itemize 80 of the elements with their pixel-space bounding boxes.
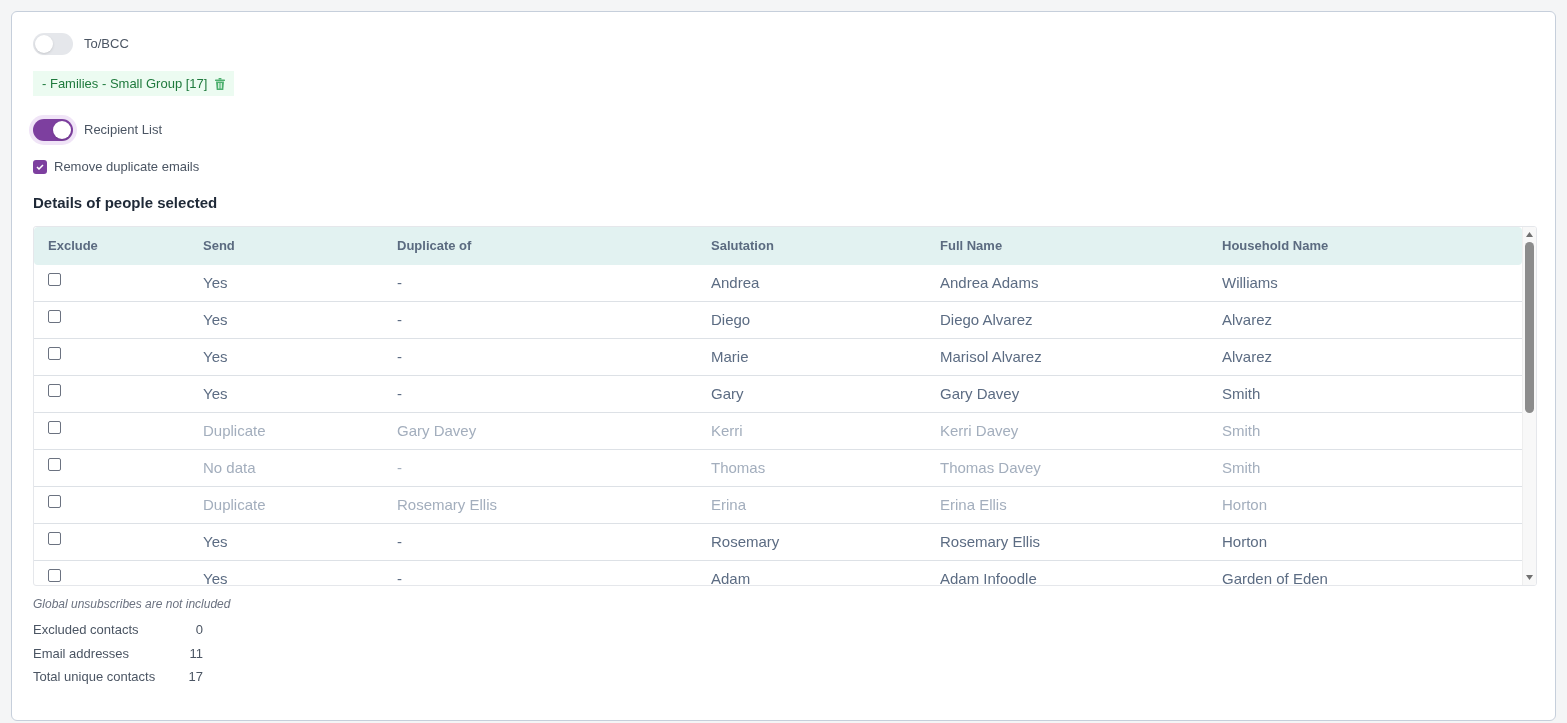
stat-label: Excluded contacts <box>33 621 140 639</box>
table-cell-text: Yes <box>203 531 228 552</box>
column-header: Salutation <box>710 237 775 256</box>
table-cell-text: Gary <box>711 383 744 404</box>
exclude-checkbox[interactable] <box>48 532 61 545</box>
table-cell-text: Rosemary Ellis <box>940 531 1041 552</box>
scroll-up-icon[interactable] <box>1526 232 1533 237</box>
toggle-switch[interactable] <box>33 33 73 55</box>
table-cell-text: Kerri <box>711 420 743 441</box>
exclude-checkbox[interactable] <box>48 273 61 286</box>
table-cell-text: Andrea <box>711 272 760 293</box>
table-cell-text: - <box>397 383 402 404</box>
check-icon <box>36 163 44 170</box>
table-cell-text: Smith <box>1222 420 1261 441</box>
column-header: Exclude <box>47 237 99 256</box>
table-cell-text: Garden of Eden <box>1222 568 1328 585</box>
exclude-checkbox[interactable] <box>48 458 61 471</box>
table-cell-text: Duplicate <box>203 494 266 515</box>
exclude-checkbox[interactable] <box>48 347 61 360</box>
column-header: Household Name <box>1221 237 1330 256</box>
table-cell-text: Thomas <box>711 457 766 478</box>
tag-label: - Families - Small Group [17] <box>42 74 208 93</box>
exclude-checkbox[interactable] <box>48 495 61 508</box>
table-cell-text: Gary Davey <box>397 420 477 441</box>
stat-label: Email addresses <box>33 644 131 663</box>
table-cell-text: Yes <box>203 568 228 585</box>
exclude-checkbox[interactable] <box>48 421 61 434</box>
stat-value: 11 <box>188 644 203 663</box>
table-cell-text: Andrea Adams <box>940 272 1039 293</box>
table-cell-text: Adam <box>711 568 751 585</box>
column-header: Send <box>202 237 236 256</box>
table-cell-text: Erina Ellis <box>940 494 1007 515</box>
column-header: Duplicate of <box>396 237 473 256</box>
column-header: Full Name <box>939 237 1004 256</box>
scroll-down-icon[interactable] <box>1526 575 1533 580</box>
table-cell-text: - <box>397 457 402 478</box>
table-cell-text: Diego Alvarez <box>940 309 1033 330</box>
table-cell-text: Smith <box>1222 457 1261 478</box>
table-cell-text: Horton <box>1222 494 1268 515</box>
scrollbar[interactable] <box>1522 227 1536 585</box>
section-heading: Details of people selected <box>33 192 219 213</box>
table-cell-text: Adam Infoodle <box>940 568 1037 585</box>
table-cell-text: Alvarez <box>1222 346 1273 367</box>
table-cell-text: Gary Davey <box>940 383 1020 404</box>
table-cell-text: - <box>397 346 402 367</box>
table-cell-text: Thomas Davey <box>940 457 1041 478</box>
footnote: Global unsubscribes are not included <box>33 596 232 613</box>
table-cell-text: Horton <box>1222 531 1268 552</box>
table-cell-text: Diego <box>711 309 751 330</box>
trash-icon[interactable] <box>215 77 226 90</box>
table-cell-text: Alvarez <box>1222 309 1273 330</box>
table-cell-text: Duplicate <box>203 420 266 441</box>
exclude-checkbox[interactable] <box>48 569 61 582</box>
table-cell-text: Yes <box>203 346 228 367</box>
table-cell-text: Williams <box>1222 272 1278 293</box>
table-cell-text: - <box>397 272 402 293</box>
stat-value: 0 <box>194 621 203 639</box>
exclude-checkbox[interactable] <box>48 310 61 323</box>
table-cell-text: Rosemary <box>711 531 780 552</box>
scrollbar-thumb[interactable] <box>1525 242 1534 413</box>
table-cell-text: No data <box>203 457 256 478</box>
table-cell-text: Marie <box>711 346 749 367</box>
table-cell-text: Marisol Alvarez <box>940 346 1042 367</box>
table-cell-text: - <box>397 568 402 585</box>
checkbox-label: Remove duplicate emails <box>54 158 200 176</box>
table-cell-text: Erina <box>711 494 747 515</box>
table-cell-text: Yes <box>203 383 228 404</box>
table-cell-text: Rosemary Ellis <box>397 494 498 515</box>
table-cell-text: Yes <box>203 309 228 330</box>
stat-label: Total unique contacts <box>33 668 157 686</box>
table-cell-text: - <box>397 309 402 330</box>
exclude-checkbox[interactable] <box>48 384 61 397</box>
table-cell-text: Yes <box>203 272 228 293</box>
toggle-label: Recipient List <box>84 121 163 140</box>
toggle-label: To/BCC <box>84 35 129 54</box>
table-cell-text: - <box>397 531 402 552</box>
checkbox[interactable] <box>33 159 47 174</box>
table-cell-text: Smith <box>1222 383 1261 404</box>
table-cell-text: Kerri Davey <box>940 420 1019 441</box>
stat-value: 17 <box>187 668 203 686</box>
